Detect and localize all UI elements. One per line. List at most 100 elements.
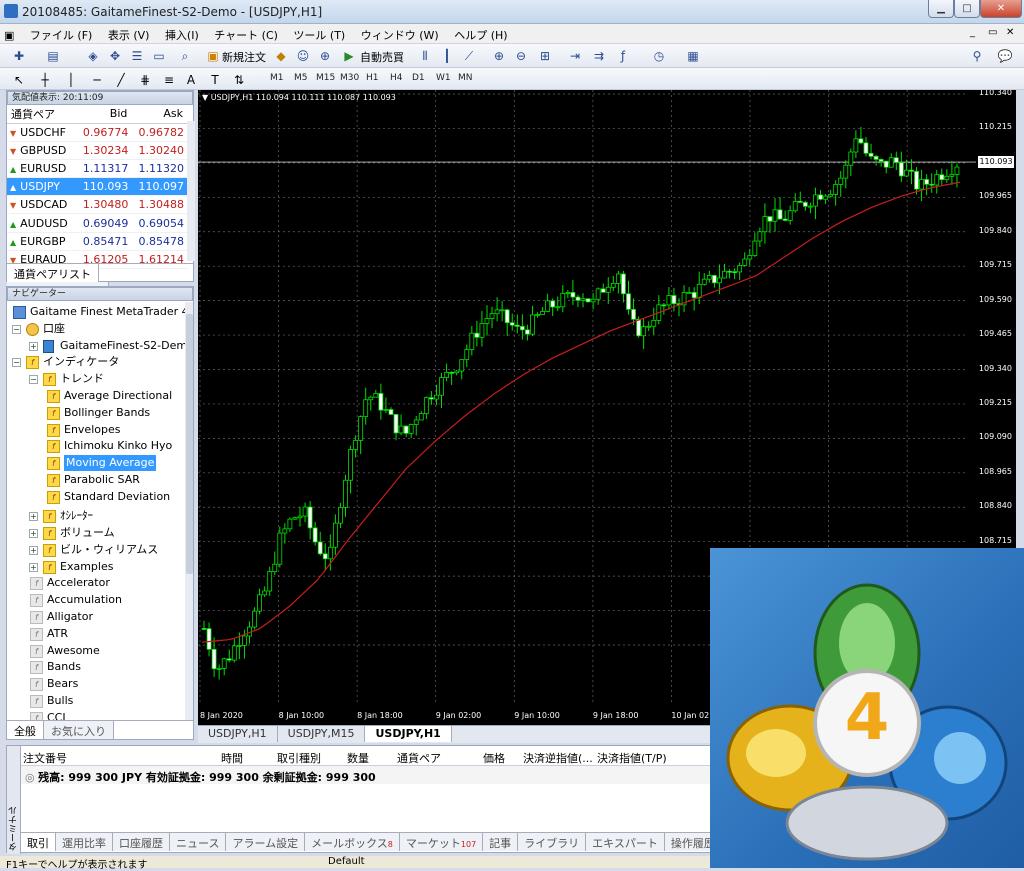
- tf-w1[interactable]: W1: [436, 73, 451, 83]
- expand-toggle-icon[interactable]: +: [29, 341, 38, 351]
- new-order-button[interactable]: 新規注文: [222, 49, 266, 65]
- bar-chart-icon[interactable]: ⫴: [416, 47, 434, 65]
- nav-indicator-group[interactable]: + f ビル・ウィリアムス: [7, 542, 185, 559]
- market-watch-row[interactable]: ▲ EURUSD 1.11317 1.11320: [7, 159, 187, 179]
- nav-custom-indicator[interactable]: f Bulls: [7, 693, 185, 710]
- nav-custom-indicator[interactable]: f Awesome: [7, 643, 185, 660]
- symbol-cell[interactable]: ▲ EURGBP: [7, 232, 76, 251]
- col-time[interactable]: 時間: [221, 750, 243, 766]
- menu-view[interactable]: 表示 (V): [102, 24, 156, 44]
- vertical-line-icon[interactable]: │: [62, 71, 80, 89]
- tf-m5[interactable]: M5: [294, 73, 308, 83]
- col-ask[interactable]: Ask: [131, 105, 187, 124]
- expand-toggle-icon[interactable]: +: [29, 545, 38, 555]
- menu-window[interactable]: ウィンドウ (W): [355, 24, 445, 44]
- nav-indicator-item[interactable]: f Average Directional: [7, 388, 185, 405]
- col-sl[interactable]: 決済逆指値(...: [523, 750, 593, 766]
- nav-trend[interactable]: − f トレンド: [7, 371, 185, 388]
- nav-indicator-item[interactable]: f Ichimoku Kinko Hyo: [7, 438, 185, 455]
- nav-account[interactable]: + GaitameFinest-S2-Demo: [7, 338, 185, 355]
- nav-custom-indicator[interactable]: f CCI: [7, 710, 185, 720]
- metaeditor-icon[interactable]: ◆: [272, 47, 290, 65]
- terminal-tab[interactable]: 運用比率: [56, 833, 113, 851]
- profiles-icon[interactable]: ▤: [44, 47, 62, 65]
- data-window-icon[interactable]: ✥: [106, 47, 124, 65]
- terminal-tab[interactable]: マーケット107: [399, 833, 484, 851]
- horizontal-line-icon[interactable]: ─: [88, 71, 106, 89]
- col-bid[interactable]: Bid: [75, 105, 132, 124]
- terminal-tab[interactable]: 取引: [21, 833, 56, 851]
- menu-tools[interactable]: ツール (T): [287, 24, 351, 44]
- col-volume[interactable]: 数量: [347, 750, 369, 766]
- text-icon[interactable]: A: [182, 71, 200, 89]
- chart-tab-3[interactable]: USDJPY,H1: [365, 726, 452, 742]
- expand-toggle-icon[interactable]: −: [12, 358, 21, 368]
- nav-custom-indicator[interactable]: f Bears: [7, 676, 185, 693]
- templates-icon[interactable]: ▦: [684, 47, 702, 65]
- terminal-tab[interactable]: メールボックス8: [305, 833, 400, 851]
- menu-help[interactable]: ヘルプ (H): [448, 24, 513, 44]
- zoom-in-icon[interactable]: ⊕: [490, 47, 508, 65]
- market-watch-row[interactable]: ▲ EURGBP 0.85471 0.85478: [7, 232, 187, 251]
- chat-bubble-icon[interactable]: 💬: [996, 47, 1014, 65]
- search-icon[interactable]: ⚲: [968, 47, 986, 65]
- expand-toggle-icon[interactable]: +: [29, 512, 38, 522]
- col-type[interactable]: 取引種別: [277, 750, 321, 766]
- symbol-cell[interactable]: ▼ USDCAD: [7, 195, 76, 215]
- expand-toggle-icon[interactable]: +: [29, 528, 38, 538]
- tf-m30[interactable]: M30: [340, 73, 359, 83]
- child-close-button[interactable]: ✕: [1006, 27, 1014, 38]
- nav-custom-indicator[interactable]: f Alligator: [7, 609, 185, 626]
- terminal-tab[interactable]: エキスパート: [586, 833, 665, 851]
- market-watch-row[interactable]: ▼ GBPUSD 1.30234 1.30240: [7, 141, 187, 160]
- nav-root[interactable]: Gaitame Finest MetaTrader 4: [7, 304, 185, 321]
- arrows-icon[interactable]: ⇅: [230, 71, 248, 89]
- line-chart-icon[interactable]: ⟋: [460, 47, 478, 65]
- chart-tab-2[interactable]: USDJPY,M15: [278, 726, 366, 742]
- autoscroll-icon[interactable]: ⇉: [590, 47, 608, 65]
- menu-insert[interactable]: 挿入(I): [159, 24, 205, 44]
- expand-toggle-icon[interactable]: +: [29, 562, 38, 572]
- tile-windows-icon[interactable]: ⊞: [536, 47, 554, 65]
- market-watch-row[interactable]: ▲ AUDUSD 0.69049 0.69054: [7, 213, 187, 233]
- cursor-icon[interactable]: ↖: [10, 71, 28, 89]
- auto-trade-icon[interactable]: ▶: [340, 47, 358, 65]
- nav-indicators[interactable]: − f インディケータ: [7, 354, 185, 371]
- terminal-tab[interactable]: ライブラリ: [518, 833, 587, 851]
- market-watch-row[interactable]: ▲ USDJPY 110.093 110.097: [7, 177, 187, 197]
- terminal-tab[interactable]: 口座履歴: [113, 833, 170, 851]
- tab-symbols[interactable]: 通貨ペアリスト: [7, 264, 99, 282]
- nav-accounts[interactable]: − 口座: [7, 321, 185, 338]
- terminal-tab[interactable]: アラーム設定: [226, 833, 306, 851]
- new-order-icon[interactable]: ▣: [204, 47, 222, 65]
- crosshair-icon[interactable]: ┼: [36, 71, 54, 89]
- tab-favorites[interactable]: お気に入り: [44, 721, 114, 739]
- trendline-icon[interactable]: ╱: [112, 71, 130, 89]
- symbol-cell[interactable]: ▲ EURUSD: [7, 159, 76, 179]
- symbol-cell[interactable]: ▲ USDJPY: [7, 177, 76, 197]
- tf-h1[interactable]: H1: [366, 73, 379, 83]
- symbol-cell[interactable]: ▼ GBPUSD: [7, 141, 76, 160]
- new-chart-icon[interactable]: ✚: [10, 47, 28, 65]
- zoom-out-icon[interactable]: ⊖: [512, 47, 530, 65]
- terminal-tab[interactable]: 記事: [483, 833, 519, 851]
- tester-icon[interactable]: ⌕: [176, 47, 194, 65]
- candlestick-icon[interactable]: ┃: [438, 47, 456, 65]
- nav-custom-indicator[interactable]: f ATR: [7, 626, 185, 643]
- child-restore-button[interactable]: ▭: [988, 27, 997, 38]
- menu-file[interactable]: ファイル (F): [24, 24, 98, 44]
- nav-custom-indicator[interactable]: f Bands: [7, 659, 185, 676]
- tab-general[interactable]: 全般: [7, 721, 44, 739]
- symbol-cell[interactable]: ▼ USDCHF: [7, 123, 76, 142]
- chart-tab-1[interactable]: USDJPY,H1: [198, 726, 278, 742]
- navigator-scroll-thumb[interactable]: [186, 314, 193, 574]
- tf-mn[interactable]: MN: [458, 73, 473, 83]
- nav-indicator-item[interactable]: f Moving Average: [7, 455, 185, 472]
- periods-clock-icon[interactable]: ◷: [650, 47, 668, 65]
- chart-shift-icon[interactable]: ⇥: [566, 47, 584, 65]
- nav-indicator-item[interactable]: f Envelopes: [7, 422, 185, 439]
- expand-toggle-icon[interactable]: −: [29, 375, 38, 385]
- chat-icon[interactable]: ☺: [294, 47, 312, 65]
- close-button[interactable]: ✕: [980, 0, 1022, 18]
- navigator-scrollbar[interactable]: [185, 302, 193, 720]
